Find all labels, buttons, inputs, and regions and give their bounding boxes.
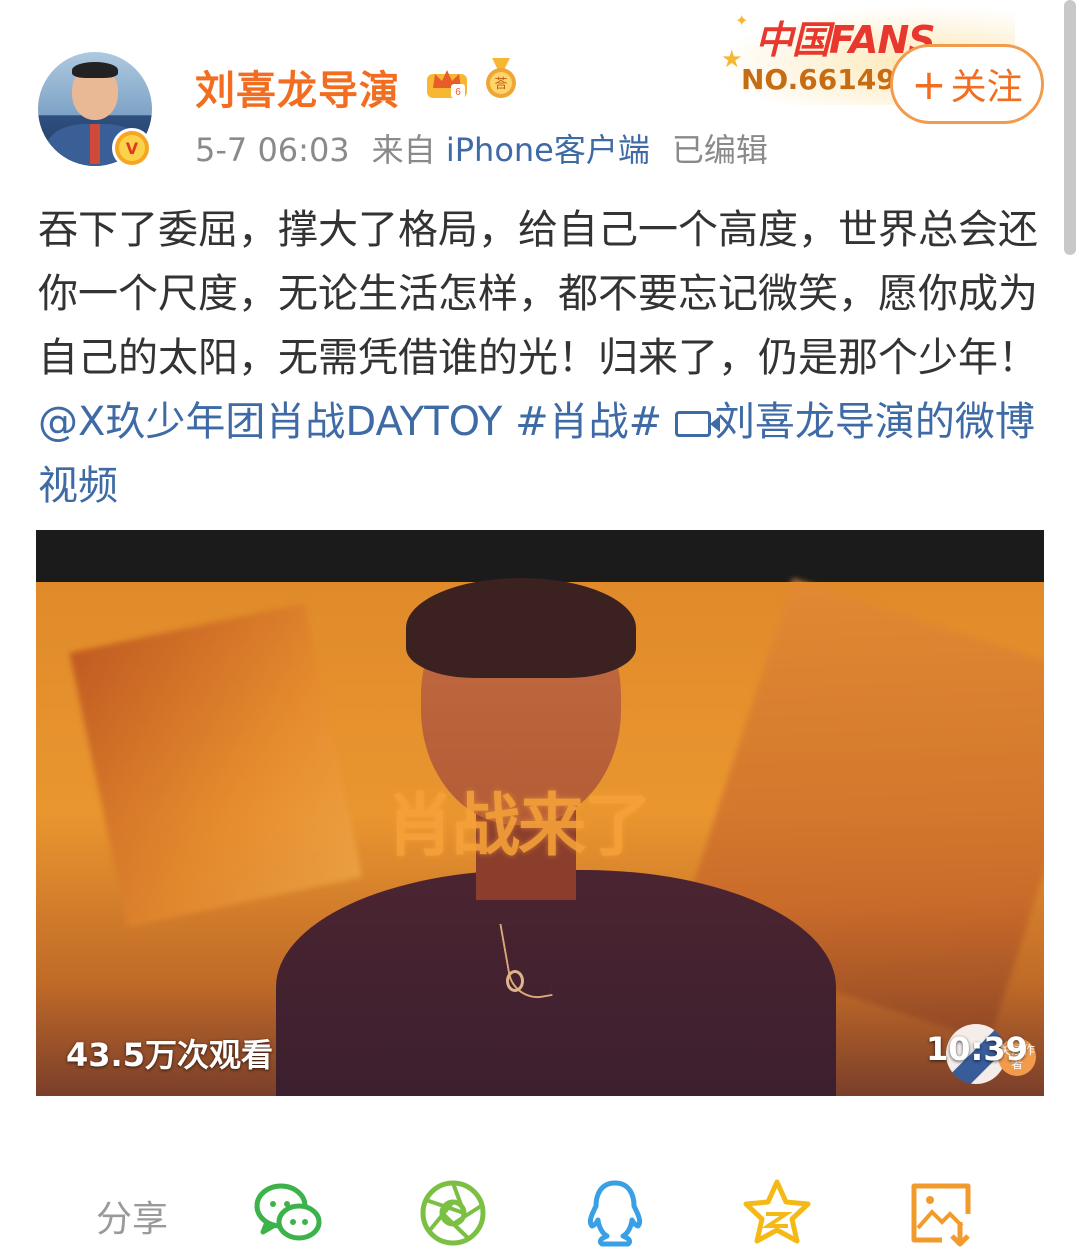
hashtag-link[interactable]: #肖战#: [515, 399, 662, 445]
share-label: 分享: [96, 1199, 169, 1240]
video-player[interactable]: 肖战来了 43.5万次观看 关注作者 10:39: [36, 530, 1044, 1096]
pendant: [506, 970, 524, 992]
video-duration: 10:39: [926, 1030, 1028, 1068]
svg-text:荅: 荅: [494, 77, 507, 92]
person-hair: [406, 578, 636, 678]
author-name[interactable]: 刘喜龙导演: [195, 58, 400, 116]
wechat-icon[interactable]: [253, 1178, 323, 1248]
verified-badge-icon: V: [112, 128, 152, 168]
fans-badge-number: NO.661491: [741, 63, 916, 96]
medal-icon[interactable]: 荅: [482, 58, 520, 100]
avatar-tie: [90, 124, 100, 164]
verified-letter: V: [119, 135, 145, 161]
post-source[interactable]: iPhone客户端: [446, 131, 650, 169]
post-body: 吞下了委屈，撑大了格局，给自己一个高度，世界总会还你一个尺度，无论生活怎样，都不…: [38, 198, 1038, 518]
plus-icon: +: [911, 59, 947, 109]
blurred-card-left: [69, 603, 363, 927]
scrollbar[interactable]: [1064, 0, 1076, 255]
moments-icon[interactable]: [418, 1178, 488, 1248]
qq-icon[interactable]: [580, 1178, 650, 1248]
mention-link[interactable]: @X玖少年团肖战DAYTOY: [38, 399, 502, 445]
follow-label: 关注: [950, 67, 1023, 108]
post-meta: 5-7 06:03 来自 iPhone客户端 已编辑: [195, 125, 768, 171]
view-count: 43.5万次观看: [66, 1036, 273, 1074]
edited-label[interactable]: 已编辑: [672, 131, 768, 169]
svg-text:6: 6: [455, 87, 461, 98]
post-timestamp: 5-7 06:03: [195, 131, 350, 169]
avatar-hair: [72, 62, 118, 78]
follow-button[interactable]: + 关注: [890, 44, 1044, 124]
crown-member-icon[interactable]: 6: [425, 60, 469, 100]
qzone-icon[interactable]: [742, 1178, 812, 1248]
video-camera-icon: [674, 411, 711, 437]
video-overlay-caption: 肖战来了: [386, 787, 652, 866]
star-icon: ★: [721, 45, 743, 73]
video-letterbox: [36, 530, 1044, 582]
save-image-icon[interactable]: [906, 1178, 976, 1248]
source-prefix: 来自: [371, 131, 436, 169]
star-icon: ✦: [735, 11, 749, 30]
post-text: 吞下了委屈，撑大了格局，给自己一个高度，世界总会还你一个尺度，无论生活怎样，都不…: [38, 207, 1038, 381]
person-body: [276, 870, 836, 1096]
